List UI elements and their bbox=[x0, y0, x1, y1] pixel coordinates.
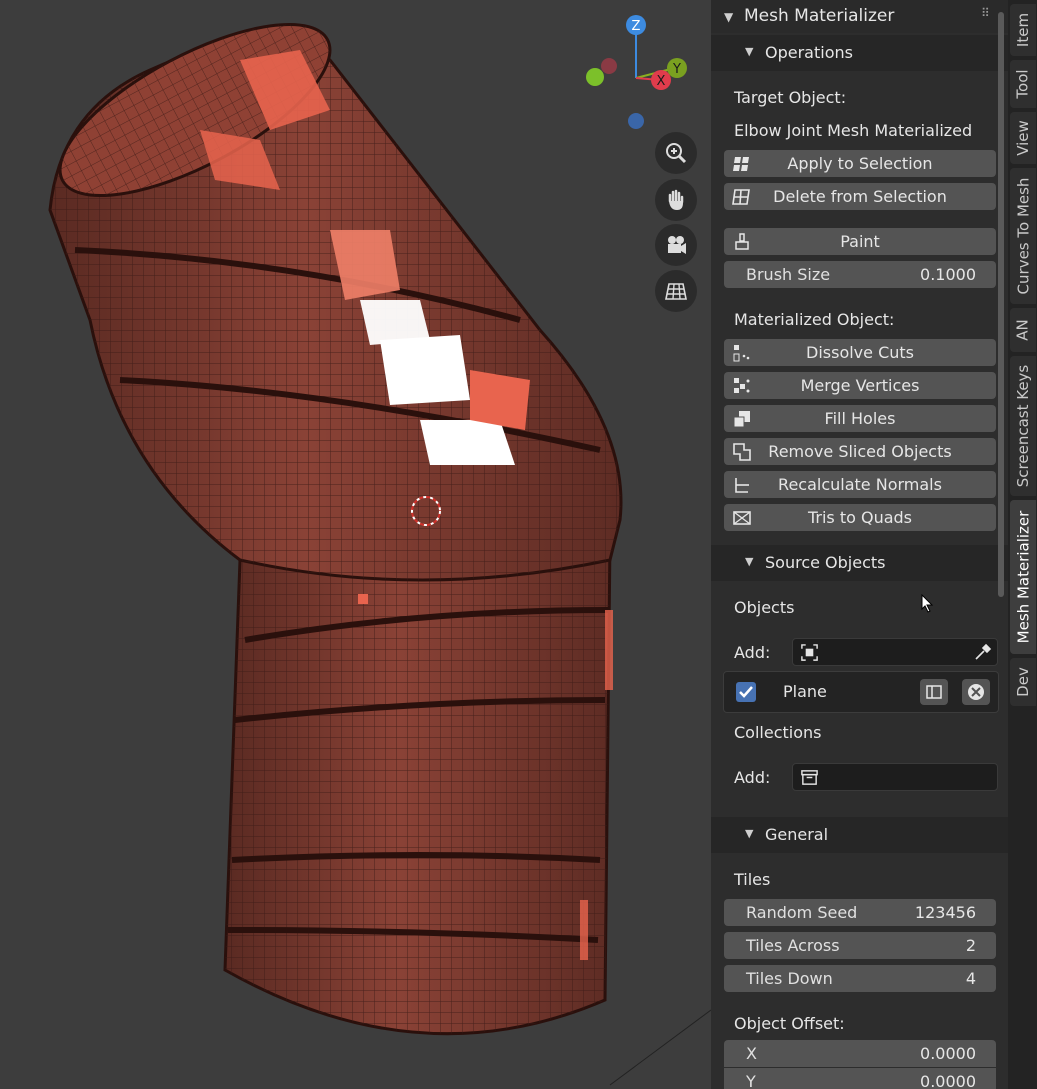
object-offset-label: Object Offset: bbox=[734, 1014, 845, 1033]
grid-ortho-icon[interactable] bbox=[655, 270, 697, 312]
tab-an[interactable]: AN bbox=[1010, 308, 1036, 352]
objects-label: Objects bbox=[734, 598, 795, 617]
fill-holes-button[interactable]: Fill Holes bbox=[724, 405, 996, 432]
subpanel-operations[interactable]: ▼ Operations bbox=[711, 35, 1008, 71]
tiles-across-field[interactable]: Tiles Across 2 bbox=[724, 932, 996, 959]
eyedropper-icon[interactable] bbox=[973, 642, 993, 662]
subpanel-source-objects[interactable]: ▼ Source Objects bbox=[711, 545, 1008, 581]
delete-from-selection-button[interactable]: Delete from Selection bbox=[724, 183, 996, 210]
collections-label: Collections bbox=[734, 723, 822, 742]
svg-text:Z: Z bbox=[632, 19, 641, 34]
panel-header-mesh-materializer[interactable]: ▼ Mesh Materializer ⠿ bbox=[711, 0, 1008, 33]
navigation-gizmo: Z Y X bbox=[586, 15, 687, 129]
mouse-cursor-icon bbox=[921, 594, 934, 613]
plane-options-button[interactable] bbox=[920, 679, 948, 705]
collection-picker-field[interactable] bbox=[792, 763, 998, 791]
subpanel-general[interactable]: ▼ General bbox=[711, 817, 1008, 853]
plane-remove-button[interactable] bbox=[962, 679, 990, 705]
tab-curves-to-mesh[interactable]: Curves To Mesh bbox=[1010, 168, 1036, 304]
sidebar: ▼ Mesh Materializer ⠿ ▼ Operations Target… bbox=[711, 0, 1008, 1089]
svg-text:Y: Y bbox=[672, 62, 681, 77]
svg-text:X: X bbox=[657, 74, 666, 89]
remove-sliced-objects-button[interactable]: Remove Sliced Objects bbox=[724, 438, 996, 465]
close-icon bbox=[968, 684, 984, 700]
collection-icon bbox=[801, 770, 818, 785]
dissolve-cuts-button[interactable]: Dissolve Cuts bbox=[724, 339, 996, 366]
target-object-label: Target Object: bbox=[734, 88, 847, 107]
tab-view[interactable]: View bbox=[1010, 112, 1036, 164]
mesh-scene[interactable]: Z Y X bbox=[0, 0, 711, 1089]
apply-to-selection-button[interactable]: Apply to Selection bbox=[724, 150, 996, 177]
tab-tool[interactable]: Tool bbox=[1010, 60, 1036, 108]
source-object-row-plane: Plane bbox=[723, 671, 999, 713]
offset-x-field[interactable]: X 0.0000 bbox=[724, 1040, 996, 1067]
tab-mesh-materializer[interactable]: Mesh Materializer bbox=[1010, 500, 1036, 654]
checkmark-icon bbox=[739, 686, 753, 698]
plane-checkbox[interactable] bbox=[736, 682, 756, 702]
tab-dev[interactable]: Dev bbox=[1010, 658, 1036, 706]
brush-size-field[interactable]: Brush Size 0.1000 bbox=[724, 261, 996, 288]
sidebar-scrollbar[interactable] bbox=[998, 12, 1004, 597]
sidebar-tabs: Item Tool View Curves To Mesh AN Screenc… bbox=[1008, 0, 1037, 1089]
recalculate-normals-button[interactable]: Recalculate Normals bbox=[724, 471, 996, 498]
target-object-name: Elbow Joint Mesh Materialized bbox=[734, 121, 973, 140]
objects-add-label: Add: bbox=[734, 643, 771, 662]
sidebar-panel-icon bbox=[926, 685, 942, 699]
tab-screencast-keys[interactable]: Screencast Keys bbox=[1010, 356, 1036, 496]
collections-add-label: Add: bbox=[734, 768, 771, 787]
object-select-icon bbox=[801, 644, 818, 661]
plane-label: Plane bbox=[783, 682, 827, 701]
drag-handle-icon[interactable]: ⠿ bbox=[981, 6, 990, 20]
paint-button[interactable]: Paint bbox=[724, 228, 996, 255]
random-seed-field[interactable]: Random Seed 123456 bbox=[724, 899, 996, 926]
object-picker-field[interactable] bbox=[792, 638, 998, 666]
tiles-label: Tiles bbox=[734, 870, 771, 889]
materialized-object-label: Materialized Object: bbox=[734, 310, 895, 329]
camera-icon[interactable] bbox=[655, 224, 697, 266]
tab-item[interactable]: Item bbox=[1010, 4, 1036, 56]
tiles-down-field[interactable]: Tiles Down 4 bbox=[724, 965, 996, 992]
zoom-icon[interactable] bbox=[655, 132, 697, 174]
hand-pan-icon[interactable] bbox=[655, 179, 697, 221]
tris-to-quads-button[interactable]: Tris to Quads bbox=[724, 504, 996, 531]
offset-y-field[interactable]: Y 0.0000 bbox=[724, 1068, 996, 1089]
merge-vertices-button[interactable]: Merge Vertices bbox=[724, 372, 996, 399]
